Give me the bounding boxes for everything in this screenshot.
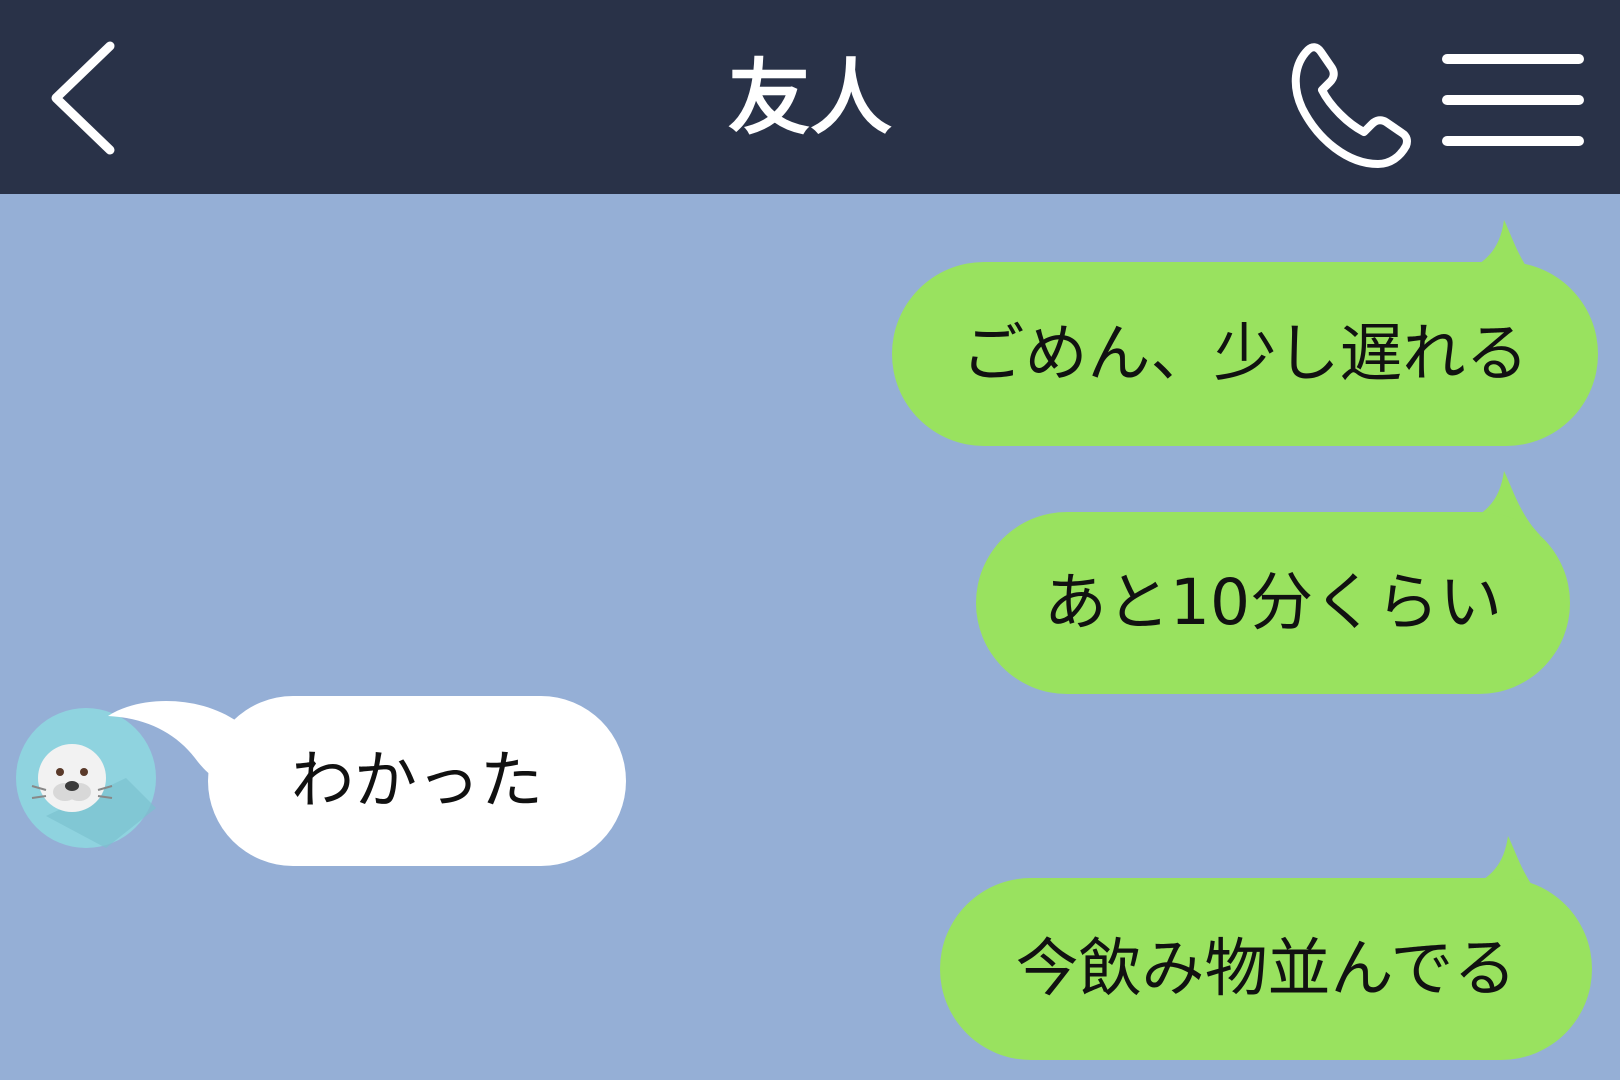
message-text: 今飲み物並んでる — [1015, 932, 1517, 1006]
message-bubble-received[interactable]: わかった — [208, 696, 626, 866]
message-bubble-sent[interactable]: ごめん、少し遅れる — [892, 262, 1598, 446]
chat-title: 友人 — [727, 51, 892, 146]
phone-icon — [1291, 43, 1411, 168]
back-button[interactable] — [44, 36, 124, 160]
hamburger-menu-icon — [1442, 54, 1584, 146]
message-bubble-sent[interactable]: 今飲み物並んでる — [940, 878, 1592, 1060]
message-text: ごめん、少し遅れる — [961, 317, 1529, 391]
message-text: わかった — [291, 744, 543, 818]
call-button[interactable] — [1282, 34, 1422, 174]
menu-button[interactable] — [1440, 48, 1588, 152]
message-text: あと10分くらい — [1043, 566, 1503, 640]
chat-screen: 友人 ごめん、少し遅れる あと10分くらい わかった 今飲み物並んでる — [0, 0, 1620, 1080]
chat-header: 友人 — [0, 0, 1620, 194]
chevron-left-icon — [51, 41, 115, 155]
message-bubble-sent[interactable]: あと10分くらい — [976, 512, 1570, 694]
